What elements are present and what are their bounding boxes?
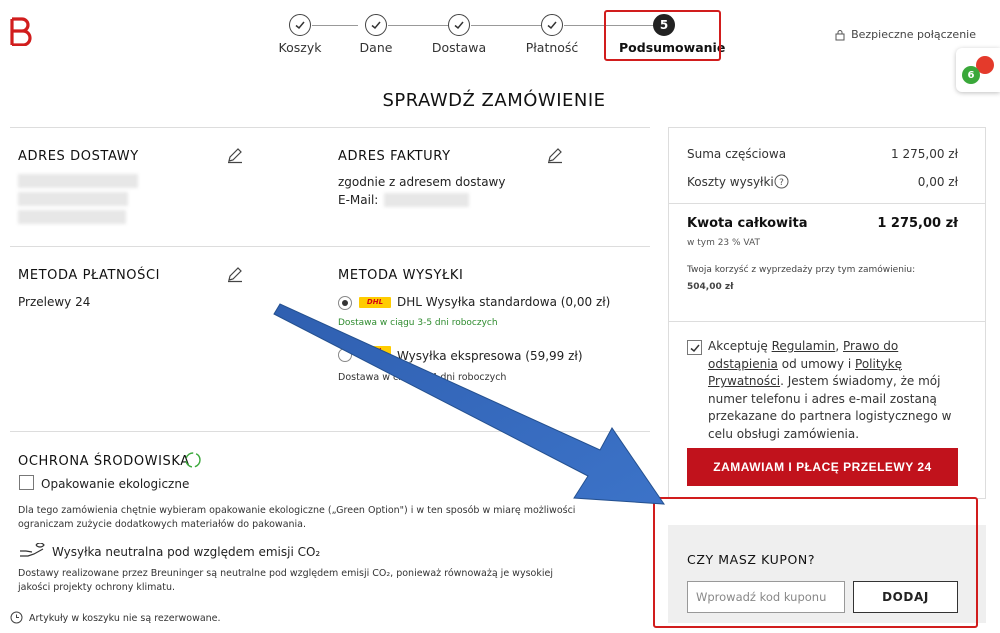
- step-dane[interactable]: Dane: [331, 14, 421, 55]
- terms-text-part: Akceptuję: [708, 339, 772, 353]
- terms-text-part: od umowy i: [777, 356, 856, 371]
- reservation-note: Artykuły w koszyku nie są rezerwowane.: [29, 613, 221, 624]
- page-title: SPRAWDŹ ZAMÓWIENIE: [382, 90, 606, 111]
- shipping-cost-label: Koszty wysyłki: [687, 175, 774, 189]
- rewards-widget[interactable]: 6: [956, 48, 1000, 92]
- annotation-highlight-step: [604, 10, 721, 61]
- shipping-cost-value: 0,00 zł: [917, 175, 958, 189]
- place-order-button[interactable]: ZAMAWIAM I PŁACĘ PRZELEWY 24: [687, 448, 958, 486]
- info-question-icon[interactable]: ?: [774, 174, 789, 189]
- annotation-arrow-icon: [273, 303, 665, 505]
- delivery-address-title: ADRES DOSTAWY: [18, 149, 139, 164]
- redacted-address: [18, 192, 128, 206]
- secure-label: Bezpieczne połączenie: [851, 28, 976, 41]
- checkmark-icon: [690, 344, 700, 353]
- shipping-express-label[interactable]: Wysyłka ekspresowa (59,99 zł): [397, 349, 583, 363]
- check-icon: [448, 14, 470, 36]
- subtotal-value: 1 275,00 zł: [891, 147, 958, 161]
- subtotal-label: Suma częściowa: [687, 147, 787, 161]
- check-icon: [541, 14, 563, 36]
- edit-pencil-icon[interactable]: [226, 146, 244, 164]
- terms-text-part: ,: [835, 339, 843, 353]
- step-dostawa[interactable]: Dostawa: [414, 14, 504, 55]
- shipping-express-note: Dostawa w ciągu 2-4 dni roboczych: [338, 372, 507, 383]
- check-icon: [289, 14, 311, 36]
- vat-note: w tym 23 % VAT: [687, 238, 760, 248]
- step-label: Płatność: [525, 40, 579, 55]
- step-label: Dane: [359, 40, 393, 55]
- shipping-standard-note: Dostawa w ciągu 3-5 dni roboczych: [338, 318, 498, 328]
- total-label: Kwota całkowita: [687, 216, 808, 231]
- redacted-address: [18, 174, 138, 188]
- co2-neutral-description: Dostawy realizowane przez Breuninger są …: [18, 568, 553, 593]
- divider: [669, 203, 985, 204]
- email-label: E-Mail:: [338, 193, 379, 207]
- shipping-standard-radio[interactable]: [338, 296, 352, 310]
- redacted-email: [384, 193, 469, 207]
- notification-count: 6: [962, 66, 980, 84]
- terms-link-regulamin[interactable]: Regulamin: [772, 339, 836, 353]
- eco-packaging-label[interactable]: Opakowanie ekologiczne: [41, 477, 189, 491]
- dhl-logo: DHL: [359, 346, 391, 357]
- billing-address-title: ADRES FAKTURY: [338, 149, 451, 164]
- shipping-method-title: METODA WYSYŁKI: [338, 268, 464, 283]
- clock-icon: [10, 611, 23, 624]
- redacted-address: [18, 210, 126, 224]
- eco-packaging-checkbox[interactable]: [19, 475, 34, 490]
- co2-neutral-title: Wysyłka neutralna pod względem emisji CO…: [52, 545, 321, 559]
- savings-value: 504,00 zł: [687, 282, 734, 292]
- check-icon: [365, 14, 387, 36]
- payment-method-title: METODA PŁATNOŚCI: [18, 268, 161, 283]
- terms-checkbox[interactable]: [687, 340, 702, 355]
- step-platnosc[interactable]: Płatność: [507, 14, 597, 55]
- step-label: Dostawa: [431, 40, 487, 55]
- shipping-standard-label[interactable]: DHL Wysyłka standardowa (0,00 zł): [397, 295, 610, 309]
- hand-leaf-icon: [20, 543, 45, 557]
- recycle-icon: [185, 452, 201, 468]
- billing-line: zgodnie z adresem dostawy: [338, 175, 506, 189]
- terms-text: Akceptuję Regulamin, Prawo do odstąpieni…: [708, 338, 958, 443]
- divider: [10, 127, 650, 128]
- lock-icon: [835, 29, 845, 40]
- divider: [10, 246, 650, 247]
- edit-pencil-icon[interactable]: [226, 265, 244, 283]
- dhl-logo: DHL: [359, 297, 391, 308]
- payment-method-value: Przelewy 24: [18, 295, 91, 309]
- divider: [669, 321, 985, 322]
- svg-text:?: ?: [779, 178, 784, 188]
- annotation-highlight-coupon: [653, 497, 978, 628]
- shipping-express-radio[interactable]: [338, 348, 352, 362]
- environment-title: OCHRONA ŚRODOWISKA: [18, 454, 190, 469]
- breuninger-b-logo-icon[interactable]: [8, 16, 32, 46]
- edit-pencil-icon[interactable]: [546, 146, 564, 164]
- secure-connection: Bezpieczne połączenie: [835, 28, 976, 41]
- eco-packaging-description: Dla tego zamówienia chętnie wybieram opa…: [18, 505, 576, 530]
- divider: [10, 431, 650, 432]
- savings-label: Twoja korzyść z wyprzedaży przy tym zamó…: [687, 265, 916, 275]
- total-value: 1 275,00 zł: [877, 216, 958, 231]
